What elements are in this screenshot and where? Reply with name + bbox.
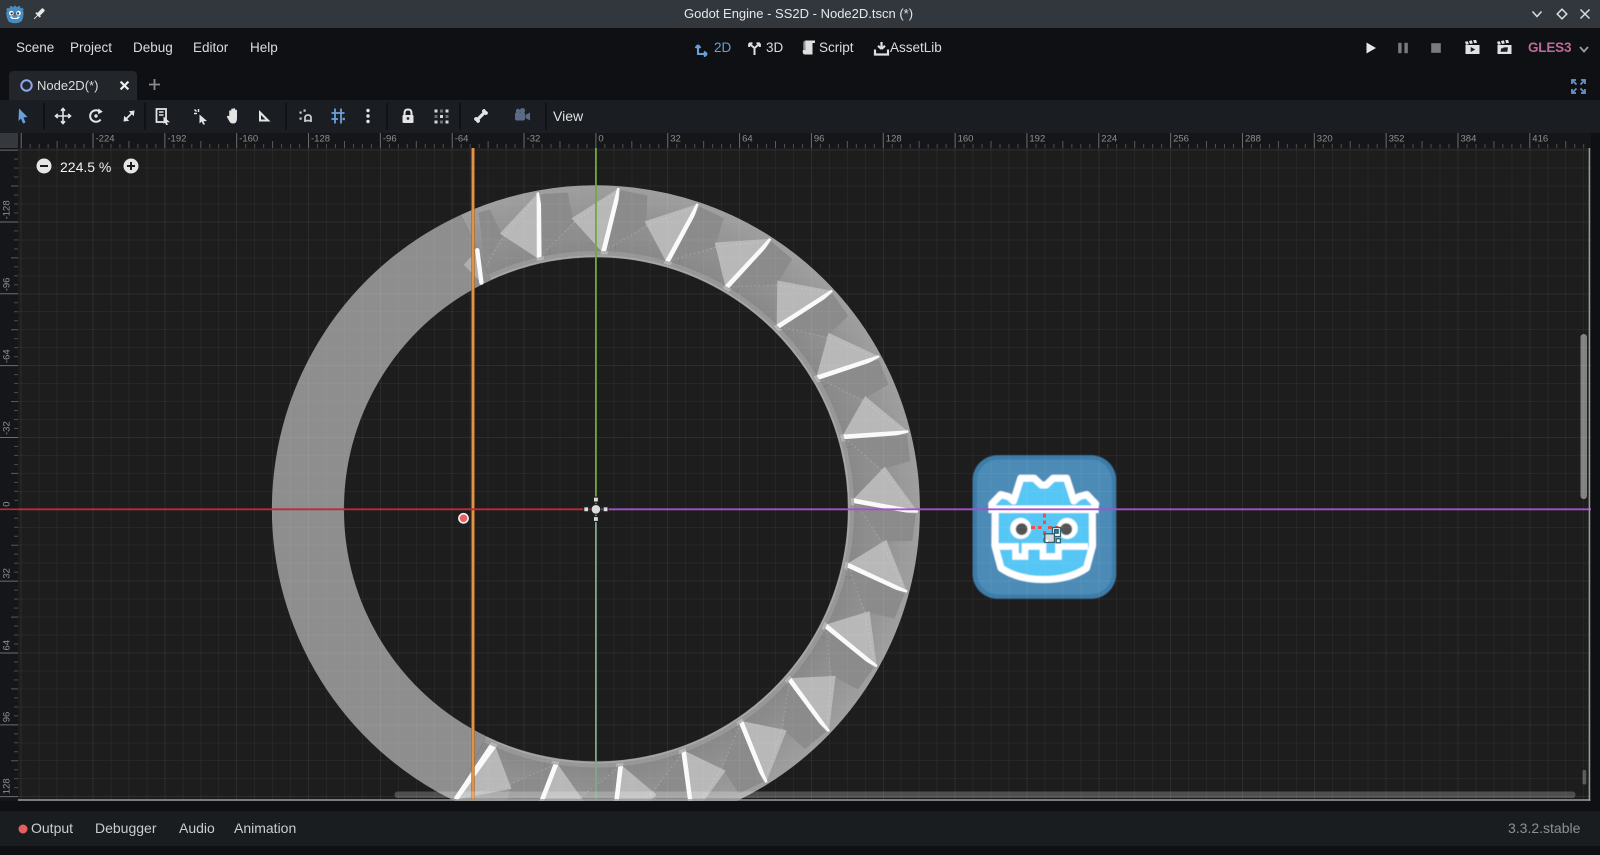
svg-text:96: 96 (814, 134, 825, 145)
svg-text:64: 64 (742, 134, 753, 145)
svg-text:-192: -192 (167, 134, 186, 145)
svg-text:320: 320 (1317, 134, 1333, 145)
svg-text:-32: -32 (2, 421, 13, 435)
svg-text:-160: -160 (239, 134, 258, 145)
svg-text:-224: -224 (96, 134, 115, 145)
svg-text:384: 384 (1461, 134, 1477, 145)
svg-text:-96: -96 (383, 134, 397, 145)
svg-text:416: 416 (1532, 134, 1548, 145)
svg-text:-64: -64 (2, 349, 13, 363)
svg-text:-128: -128 (311, 134, 330, 145)
svg-text:224: 224 (1101, 134, 1117, 145)
svg-text:-96: -96 (2, 278, 13, 292)
svg-text:64: 64 (2, 640, 13, 651)
svg-text:192: 192 (1029, 134, 1045, 145)
svg-text:256: 256 (1173, 134, 1189, 145)
svg-text:352: 352 (1389, 134, 1405, 145)
svg-text:32: 32 (670, 134, 681, 145)
svg-text:-64: -64 (455, 134, 469, 145)
svg-text:96: 96 (2, 712, 13, 723)
svg-text:160: 160 (958, 134, 974, 145)
svg-text:32: 32 (2, 568, 13, 579)
svg-text:128: 128 (886, 134, 902, 145)
svg-text:-128: -128 (2, 200, 13, 219)
svg-text:-32: -32 (527, 134, 541, 145)
svg-text:288: 288 (1245, 134, 1261, 145)
svg-text:128: 128 (2, 778, 13, 794)
svg-text:0: 0 (598, 134, 603, 145)
svg-text:0: 0 (2, 502, 13, 507)
